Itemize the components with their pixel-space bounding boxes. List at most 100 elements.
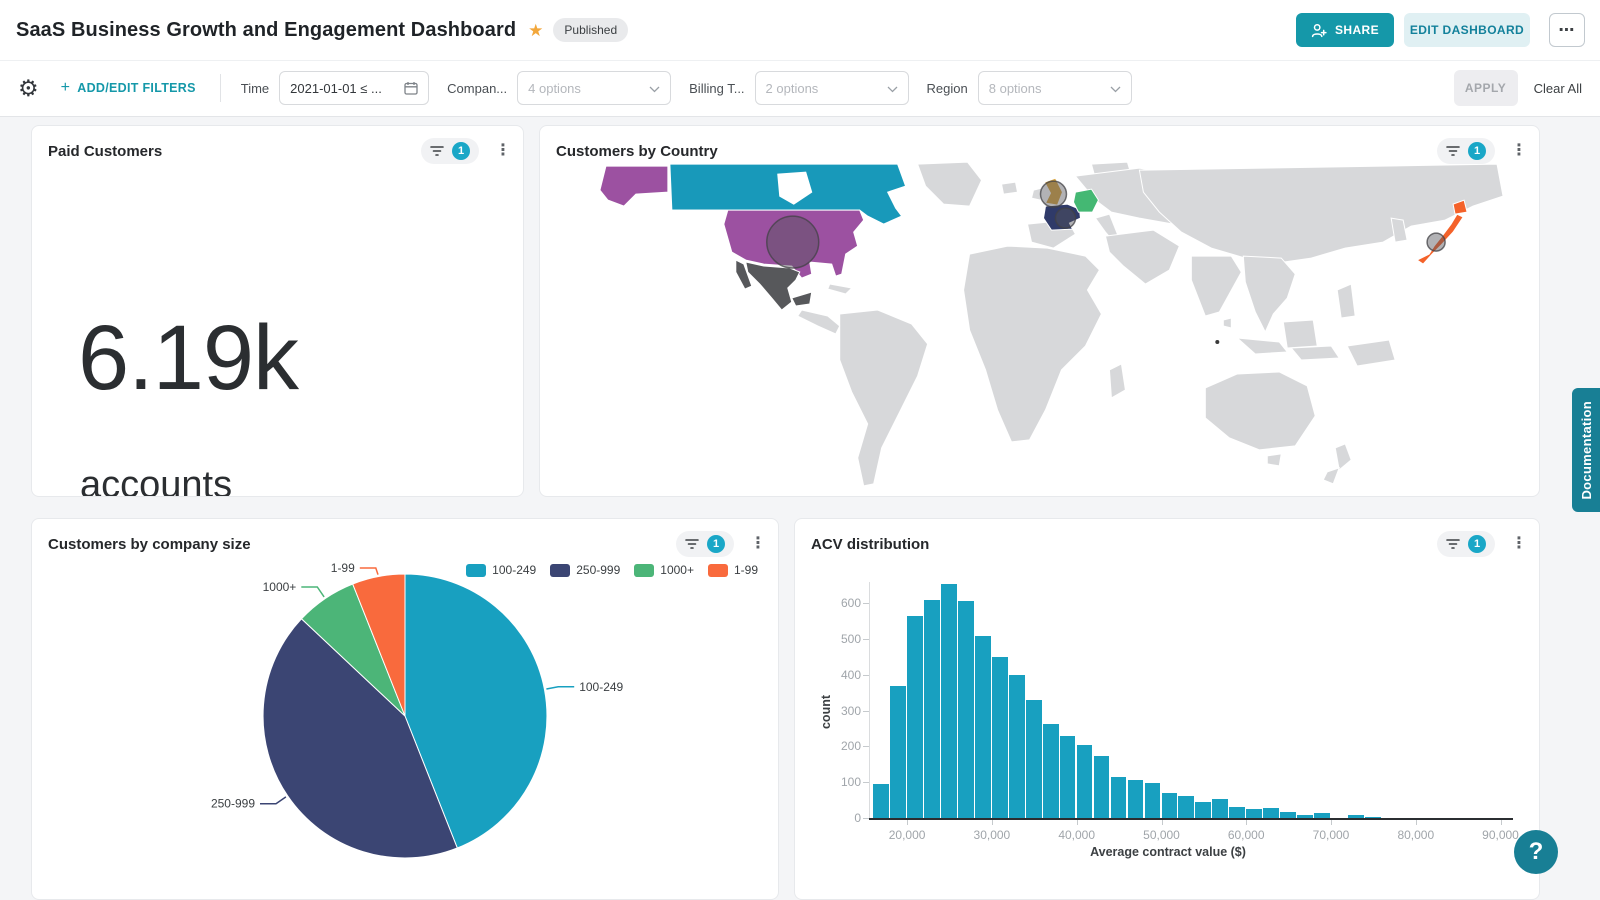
histogram-bar[interactable] bbox=[1145, 783, 1161, 818]
help-button[interactable]: ? bbox=[1514, 830, 1558, 874]
map-india bbox=[1191, 256, 1241, 316]
gear-icon[interactable]: ⚙ bbox=[18, 77, 39, 100]
histogram-bar[interactable] bbox=[1229, 807, 1245, 818]
widget-filter-chip[interactable]: 1 bbox=[1437, 138, 1495, 164]
legend-item: 100-249 bbox=[466, 563, 536, 577]
filter-count-badge: 1 bbox=[1468, 142, 1486, 160]
edit-dashboard-button[interactable]: EDIT DASHBOARD bbox=[1404, 13, 1530, 47]
map-madagascar bbox=[1109, 364, 1125, 398]
map-bubble-japan[interactable] bbox=[1427, 233, 1445, 251]
histogram-bar[interactable] bbox=[1060, 736, 1076, 818]
legend-label: 100-249 bbox=[492, 563, 536, 577]
pie-label-leader-line bbox=[301, 587, 324, 597]
billing-filter-select[interactable]: 2 options bbox=[755, 71, 909, 105]
pie-label-leader-line bbox=[546, 687, 574, 689]
time-filter-input[interactable]: 2021-01-01 ≤ ... bbox=[279, 71, 429, 105]
filter-bar: ⚙ + ADD/EDIT FILTERS Time 2021-01-01 ≤ .… bbox=[0, 60, 1600, 117]
share-button[interactable]: SHARE bbox=[1296, 13, 1394, 47]
x-tick-label: 80,000 bbox=[1376, 828, 1456, 842]
y-tick-label: 200 bbox=[817, 739, 861, 753]
top-bar: SaaS Business Growth and Engagement Dash… bbox=[0, 0, 1600, 61]
histogram-bar[interactable] bbox=[924, 600, 940, 818]
histogram-bar[interactable] bbox=[907, 616, 923, 818]
region-filter-select[interactable]: 8 options bbox=[978, 71, 1132, 105]
histogram-bar[interactable] bbox=[1212, 799, 1228, 818]
map-bubble-united-states[interactable] bbox=[767, 216, 819, 268]
map-country-alaska[interactable] bbox=[600, 166, 668, 206]
histogram-bar[interactable] bbox=[992, 657, 1008, 818]
histogram-bar[interactable] bbox=[1128, 780, 1144, 818]
share-button-label: SHARE bbox=[1335, 23, 1379, 37]
filter-count-badge: 1 bbox=[707, 535, 725, 553]
histogram-bar[interactable] bbox=[1263, 808, 1279, 818]
widget-title: Customers by company size bbox=[48, 536, 251, 553]
widget-menu-kebab-icon[interactable]: ⋮ bbox=[495, 147, 511, 155]
map-bubble-united-kingdom[interactable] bbox=[1040, 181, 1066, 207]
widget-filter-chip[interactable]: 1 bbox=[1437, 531, 1495, 557]
map-africa bbox=[964, 246, 1102, 442]
pie-label-leader-line bbox=[360, 568, 378, 575]
apply-button[interactable]: APPLY bbox=[1454, 70, 1518, 106]
add-edit-filters-label: ADD/EDIT FILTERS bbox=[77, 81, 195, 95]
histogram-bar[interactable] bbox=[1009, 675, 1025, 818]
x-tick-mark bbox=[1501, 820, 1502, 825]
chevron-down-icon bbox=[1110, 81, 1121, 96]
legend-swatch bbox=[708, 564, 728, 577]
x-tick-mark bbox=[1416, 820, 1417, 825]
clear-all-button[interactable]: Clear All bbox=[1534, 81, 1582, 96]
map-sumatra bbox=[1237, 338, 1287, 354]
map-bubble-france[interactable] bbox=[1055, 208, 1075, 228]
y-tick-mark bbox=[863, 675, 869, 676]
map-java bbox=[1291, 346, 1339, 360]
status-badge: Published bbox=[553, 18, 628, 42]
widget-menu-kebab-icon[interactable]: ⋮ bbox=[1511, 147, 1527, 155]
y-tick-mark bbox=[863, 639, 869, 640]
map-caribbean bbox=[828, 284, 852, 294]
widget-header: ACV distribution 1 ⋮ bbox=[795, 519, 1539, 555]
histogram-bar[interactable] bbox=[941, 584, 957, 818]
histogram-bar[interactable] bbox=[1026, 700, 1042, 818]
legend-label: 1000+ bbox=[660, 563, 694, 577]
histogram-bar[interactable] bbox=[1246, 809, 1262, 818]
y-tick-label: 600 bbox=[817, 596, 861, 610]
documentation-tab[interactable]: Documentation bbox=[1572, 388, 1600, 512]
histogram-bar[interactable] bbox=[975, 636, 991, 818]
widget-customers-by-company-size: Customers by company size 1 ⋮ 100-249250… bbox=[31, 518, 779, 900]
map-new-guinea bbox=[1347, 340, 1395, 366]
map-iceland bbox=[1002, 182, 1018, 194]
pie-slice-label: 1000+ bbox=[263, 580, 297, 594]
add-edit-filters-button[interactable]: + ADD/EDIT FILTERS bbox=[61, 79, 196, 97]
favorite-star-icon[interactable]: ★ bbox=[528, 22, 543, 39]
histogram-bar[interactable] bbox=[1195, 802, 1211, 818]
paid-customers-unit: accounts bbox=[80, 464, 232, 497]
company-filter-select[interactable]: 4 options bbox=[517, 71, 671, 105]
map-philippines bbox=[1337, 284, 1355, 318]
region-filter-label: Region bbox=[927, 81, 968, 96]
company-filter-value: 4 options bbox=[528, 81, 581, 96]
histogram-bar[interactable] bbox=[873, 784, 889, 818]
time-filter-label: Time bbox=[241, 81, 269, 96]
chevron-down-icon bbox=[649, 81, 660, 96]
histogram-bar[interactable] bbox=[1043, 724, 1059, 818]
histogram-bar[interactable] bbox=[1111, 777, 1127, 818]
widget-title: ACV distribution bbox=[811, 536, 929, 553]
divider bbox=[220, 74, 221, 102]
more-options-button[interactable]: ⋯ bbox=[1549, 13, 1585, 47]
histogram-bar[interactable] bbox=[1178, 796, 1194, 818]
y-tick-label: 0 bbox=[817, 811, 861, 825]
map-dot-singapore[interactable] bbox=[1215, 340, 1219, 344]
histogram-bar[interactable] bbox=[958, 601, 974, 818]
widget-menu-kebab-icon[interactable]: ⋮ bbox=[750, 540, 766, 548]
map-new-zealand bbox=[1323, 444, 1351, 484]
widget-filter-chip[interactable]: 1 bbox=[421, 138, 479, 164]
share-user-plus-icon bbox=[1311, 23, 1327, 38]
histogram-bar[interactable] bbox=[890, 686, 906, 818]
widget-menu-kebab-icon[interactable]: ⋮ bbox=[1511, 540, 1527, 548]
widget-filter-chip[interactable]: 1 bbox=[676, 531, 734, 557]
histogram-bar[interactable] bbox=[1077, 745, 1093, 818]
histogram-bar[interactable] bbox=[1094, 756, 1110, 818]
map-borneo bbox=[1283, 320, 1317, 348]
histogram-bar[interactable] bbox=[1162, 793, 1178, 818]
widget-title: Paid Customers bbox=[48, 143, 162, 160]
map-asia bbox=[1139, 164, 1503, 262]
